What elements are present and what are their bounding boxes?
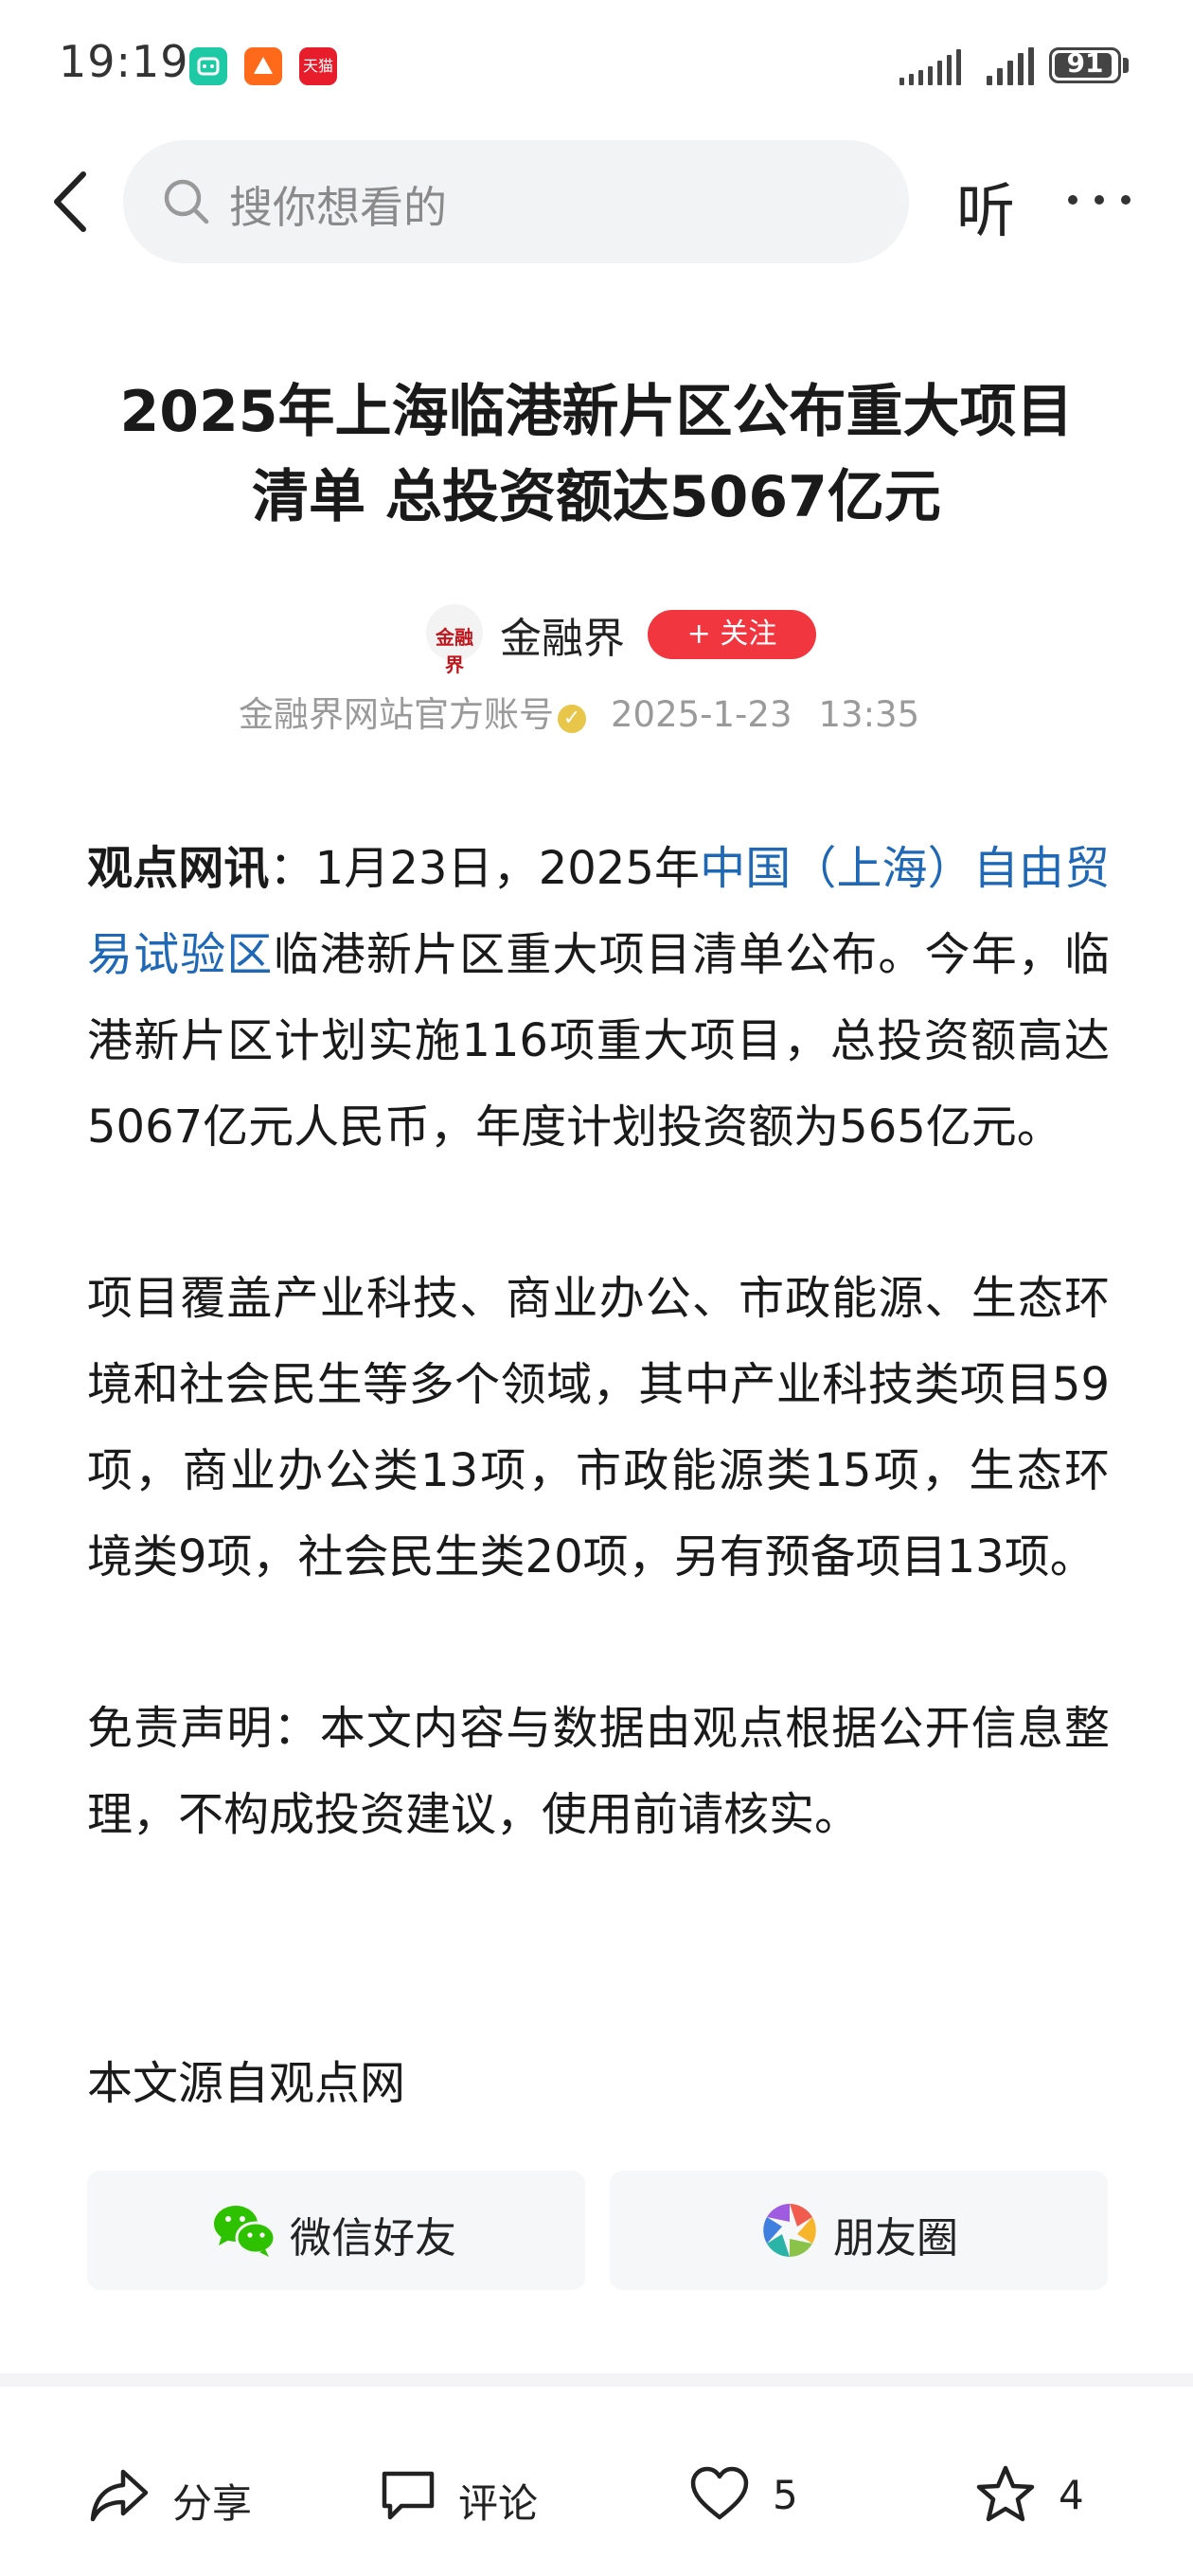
article-body: 观点网讯：1月23日，2025年中国（上海）自由贸易试验区临港新片区重大项目清单… [87, 826, 1110, 1943]
share-icon [90, 2469, 149, 2522]
comment-icon [382, 2471, 435, 2520]
cellular-signal-icon [987, 47, 1036, 85]
search-icon [164, 179, 209, 224]
like-action-button[interactable]: 5 [689, 2464, 822, 2531]
paragraph-lead: 观点网讯 [87, 842, 270, 895]
share-moments-label: 朋友圈 [833, 2214, 958, 2263]
search-placeholder: 搜你想看的 [229, 182, 447, 233]
battery-tip [1123, 58, 1129, 73]
share-wechat-button[interactable]: 微信好友 [87, 2171, 585, 2290]
heart-icon [690, 2466, 749, 2520]
battery-icon: 91 [1049, 47, 1121, 83]
author-avatar[interactable]: 金融界 [426, 604, 483, 676]
author-name[interactable]: 金融界 [500, 604, 625, 665]
xiaomi-app-icon [189, 47, 227, 85]
follow-button[interactable]: + 关注 [648, 610, 816, 659]
author-account-desc: 金融界网站官方账号 [239, 694, 554, 735]
tmall-app-icon: 天猫 [299, 47, 337, 85]
title-line-1: 2025年上海临港新片区公布重大项目 [119, 379, 1074, 445]
paragraph-disclaimer: 免责声明：本文内容与数据由观点根据公开信息整理，不构成投资建议，使用前请核实。 [87, 1702, 1110, 1841]
share-action-label: 分享 [172, 2480, 253, 2527]
favorite-action-button[interactable]: 4 [975, 2464, 1108, 2531]
wechat-icon [214, 2206, 276, 2257]
comment-action-label: 评论 [458, 2480, 539, 2527]
article-source: 本文源自观点网 [87, 2057, 406, 2110]
status-bar: 19:19 天猫 91 [0, 0, 1193, 133]
like-count: 5 [773, 2472, 798, 2518]
share-action-button[interactable]: 分享 [89, 2464, 259, 2531]
share-wechat-label: 微信好友 [290, 2214, 456, 2263]
listen-button[interactable]: 听 [956, 163, 1015, 248]
moments-icon [763, 2204, 816, 2257]
back-button[interactable] [47, 169, 104, 235]
publish-date: 2025-1-23 [611, 694, 792, 735]
publish-time: 13:35 [818, 694, 920, 735]
title-line-2: 清单 总投资额达5067亿元 [252, 464, 941, 530]
paragraph-2: 项目覆盖产业科技、商业办公、市政能源、生态环境和社会民生等多个领域，其中产业科技… [87, 1272, 1110, 1583]
paragraph-1: 观点网讯：1月23日，2025年中国（上海）自由贸易试验区临港新片区重大项目清单… [87, 826, 1110, 1171]
favorite-count: 4 [1059, 2472, 1084, 2518]
orange-app-icon [244, 47, 282, 85]
article-meta: 金融界网站官方账号 ✓ 2025-1-23 13:35 [239, 686, 919, 737]
status-time: 19:19 [59, 36, 189, 87]
paragraph-1-text-a: ：1月23日，2025年 [269, 842, 701, 895]
back-arrow-icon [54, 171, 86, 232]
wifi-signal-icon [899, 47, 966, 85]
verified-icon: ✓ [558, 705, 586, 733]
article-title: 2025年上海临港新片区公布重大项目 清单 总投资额达5067亿元 [66, 369, 1127, 540]
search-input[interactable]: 搜你想看的 [123, 140, 909, 263]
star-icon [976, 2465, 1035, 2522]
tmall-icon-text: 天猫 [302, 57, 333, 75]
battery-level: 91 [1066, 47, 1104, 79]
share-moments-button[interactable]: 朋友圈 [610, 2171, 1108, 2290]
more-options-icon[interactable] [1068, 189, 1134, 208]
section-divider [0, 2373, 1193, 2387]
author-avatar-text: 金融界 [436, 626, 473, 676]
comment-action-button[interactable]: 评论 [379, 2464, 549, 2531]
